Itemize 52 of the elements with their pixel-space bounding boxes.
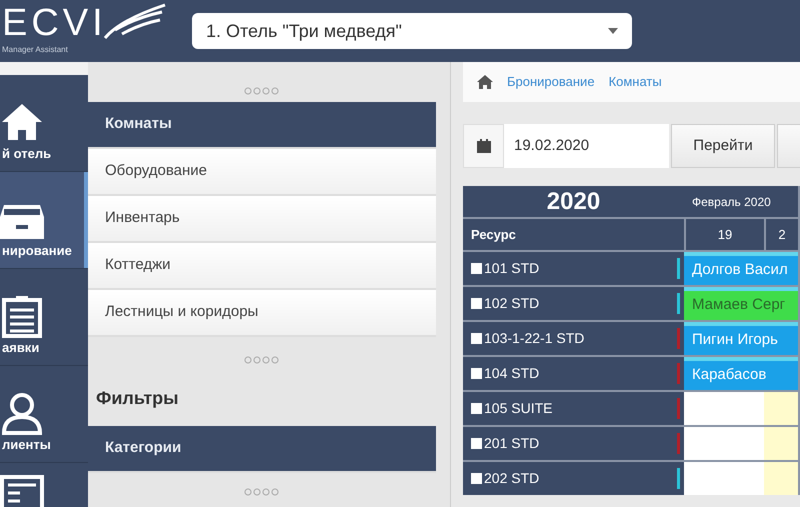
room-name: 102 STD — [484, 294, 540, 313]
day-cell[interactable] — [684, 392, 764, 425]
room-name: 104 STD — [484, 364, 540, 383]
menu-item[interactable]: Лестницы и коридоры — [88, 290, 436, 337]
filters-title: Фильтры — [95, 387, 180, 410]
logo-subtitle: Manager Assistant — [2, 44, 68, 56]
month-header: Февраль 2020 — [684, 186, 798, 217]
drag-handle-icon[interactable] — [244, 488, 280, 496]
room-name: 105 SUITE — [484, 399, 552, 418]
nav-item[interactable]: нирование — [0, 172, 88, 269]
logo-text: ECVI — [2, 4, 107, 42]
row-checkbox[interactable] — [471, 473, 482, 484]
day-cell[interactable] — [764, 462, 798, 495]
row-checkbox[interactable] — [471, 368, 482, 379]
room-name: 101 STD — [484, 259, 540, 278]
nav-item[interactable]: аявки — [0, 269, 88, 366]
date-field[interactable]: 19.02.2020 — [504, 124, 669, 168]
person-icon — [0, 392, 44, 434]
room-name: 202 STD — [484, 469, 540, 488]
resource-header: Ресурс — [463, 219, 684, 250]
drag-handle-icon[interactable] — [244, 87, 280, 95]
day-header: 19 — [684, 219, 764, 250]
caret-icon — [608, 28, 618, 34]
day-cell[interactable] — [764, 392, 798, 425]
row-checkbox[interactable] — [471, 263, 482, 274]
drag-handle-icon[interactable] — [244, 356, 280, 364]
row-checkbox[interactable] — [471, 333, 482, 344]
clipboard-icon — [0, 296, 44, 338]
menu-item[interactable]: Коттеджи — [88, 243, 436, 290]
newspaper-icon — [0, 473, 44, 507]
day-cell[interactable] — [684, 462, 764, 495]
year-header: 2020 — [463, 186, 684, 217]
breadcrumb-link[interactable]: Бронирование — [507, 72, 595, 92]
day-cell[interactable] — [684, 427, 764, 460]
calendar-button[interactable] — [463, 124, 504, 168]
menu-item[interactable]: Комнаты — [88, 102, 436, 149]
filter-item[interactable]: Категории — [88, 426, 436, 473]
row-checkbox[interactable] — [471, 403, 482, 414]
room-name: 201 STD — [484, 434, 540, 453]
booking-bar[interactable]: Мамаев Серг — [684, 287, 798, 320]
row-checkbox[interactable] — [471, 298, 482, 309]
row-checkbox[interactable] — [471, 438, 482, 449]
day-header: 2 — [764, 219, 798, 250]
calendar-icon — [476, 139, 490, 153]
day-cell[interactable] — [764, 427, 798, 460]
room-name: 103-1-22-1 STD — [484, 329, 584, 348]
breadcrumb-link[interactable]: Комнаты — [608, 72, 662, 92]
go-button[interactable]: Перейти — [671, 124, 775, 168]
menu-item[interactable]: Инвентарь — [88, 196, 436, 243]
menu-item[interactable]: Оборудование — [88, 149, 436, 196]
hotel-select[interactable]: 1. Отель "Три медведя" — [192, 13, 632, 49]
home-icon[interactable] — [477, 75, 493, 89]
